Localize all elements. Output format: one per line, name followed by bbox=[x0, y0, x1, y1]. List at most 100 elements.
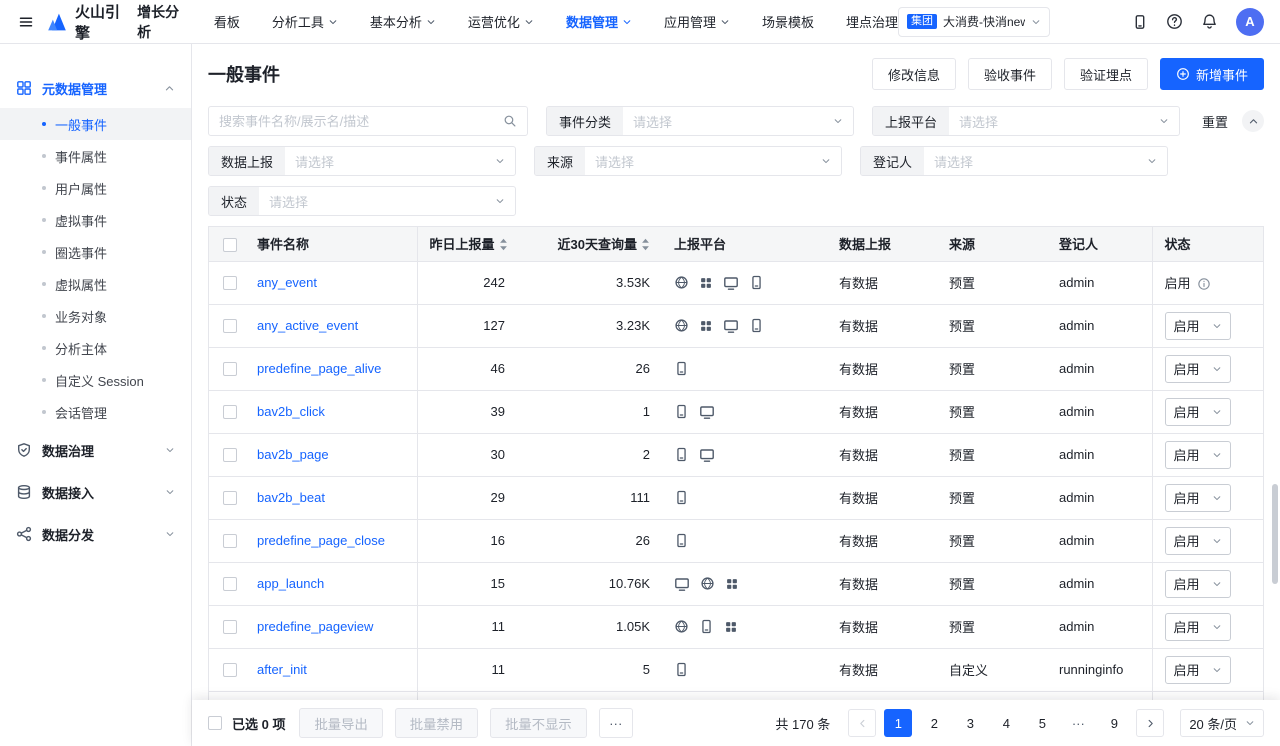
data-report-status: 有数据 bbox=[827, 347, 937, 390]
event-name-link[interactable]: predefine_pageview bbox=[257, 619, 373, 634]
next-page-button[interactable] bbox=[1136, 709, 1164, 737]
page-button[interactable]: 5 bbox=[1028, 709, 1056, 737]
filter-select[interactable]: 事件分类请选择 bbox=[546, 106, 854, 136]
status-select[interactable]: 启用 bbox=[1165, 398, 1231, 426]
status-select[interactable]: 启用 bbox=[1165, 570, 1231, 598]
row-checkbox[interactable] bbox=[223, 534, 237, 548]
sidebar-item[interactable]: 虚拟事件 bbox=[0, 204, 191, 236]
topnav-item[interactable]: 场景模板 bbox=[762, 12, 814, 31]
page-button[interactable]: 9 bbox=[1100, 709, 1128, 737]
sidebar-item[interactable]: 一般事件 bbox=[0, 108, 191, 140]
sidebar-group[interactable]: 元数据管理 bbox=[0, 68, 191, 108]
batch-action-button[interactable]: 批量不显示 bbox=[490, 708, 587, 738]
help-icon[interactable] bbox=[1166, 13, 1183, 30]
sidebar-item[interactable]: 用户属性 bbox=[0, 172, 191, 204]
status-select[interactable]: 启用 bbox=[1165, 613, 1231, 641]
query30-count: 26 bbox=[517, 519, 662, 562]
status-select[interactable]: 启用 bbox=[1165, 441, 1231, 469]
page-button[interactable]: 2 bbox=[920, 709, 948, 737]
status-select[interactable]: 启用 bbox=[1165, 484, 1231, 512]
sidebar-item[interactable]: 会话管理 bbox=[0, 396, 191, 428]
event-name-link[interactable]: bav2b_click bbox=[257, 404, 325, 419]
sort-icon[interactable] bbox=[641, 238, 650, 251]
bell-icon[interactable] bbox=[1201, 13, 1218, 30]
bullet-icon bbox=[42, 378, 46, 382]
event-name-link[interactable]: after_init bbox=[257, 662, 307, 677]
filter-select[interactable]: 登记人请选择 bbox=[860, 146, 1168, 176]
platform-icons bbox=[674, 318, 815, 334]
sidebar-group[interactable]: 数据治理 bbox=[0, 430, 191, 470]
avatar[interactable]: A bbox=[1236, 8, 1264, 36]
row-checkbox[interactable] bbox=[223, 491, 237, 505]
batch-action-button[interactable]: 批量导出 bbox=[299, 708, 382, 738]
sidebar-item[interactable]: 分析主体 bbox=[0, 332, 191, 364]
page-button[interactable]: 1 bbox=[884, 709, 912, 737]
batch-action-button[interactable]: 批量禁用 bbox=[395, 708, 478, 738]
row-checkbox[interactable] bbox=[223, 319, 237, 333]
select-all-checkbox[interactable] bbox=[223, 238, 237, 252]
add-event-button[interactable]: 新增事件 bbox=[1160, 58, 1264, 90]
more-actions-button[interactable]: ··· bbox=[599, 708, 633, 738]
topnav-menu: 看板 分析工具 基本分析 运营优化 数据管理 应用管理 场景模板 埋点治理 bbox=[214, 12, 898, 31]
event-name-link[interactable]: any_event bbox=[257, 275, 317, 290]
topnav-item[interactable]: 看板 bbox=[214, 12, 240, 31]
row-checkbox[interactable] bbox=[223, 620, 237, 634]
filter-select[interactable]: 来源请选择 bbox=[534, 146, 842, 176]
row-checkbox[interactable] bbox=[223, 448, 237, 462]
sidebar-group[interactable]: 数据分发 bbox=[0, 514, 191, 554]
topnav: 火山引擎 增长分析 看板分析工具基本分析运营优化数据管理应用管理场景模板埋点治理… bbox=[0, 0, 1280, 44]
status-select[interactable]: 启用 bbox=[1165, 527, 1231, 555]
topnav-item[interactable]: 应用管理 bbox=[664, 12, 730, 31]
sidebar-item[interactable]: 圈选事件 bbox=[0, 236, 191, 268]
reset-button[interactable]: 重置 bbox=[1202, 112, 1228, 131]
sidebar-item[interactable]: 业务对象 bbox=[0, 300, 191, 332]
topnav-item[interactable]: 运营优化 bbox=[468, 12, 534, 31]
event-name-link[interactable]: bav2b_beat bbox=[257, 490, 325, 505]
status-select[interactable]: 启用 bbox=[1165, 355, 1231, 383]
secondary-action-button[interactable]: 验证埋点 bbox=[1064, 58, 1148, 90]
event-name-link[interactable]: bav2b_page bbox=[257, 447, 329, 462]
row-checkbox[interactable] bbox=[223, 276, 237, 290]
info-icon[interactable] bbox=[1197, 277, 1211, 291]
event-name-link[interactable]: app_launch bbox=[257, 576, 324, 591]
filter-select[interactable]: 状态请选择 bbox=[208, 186, 516, 216]
event-name-link[interactable]: predefine_page_close bbox=[257, 533, 385, 548]
prev-page-button[interactable] bbox=[848, 709, 876, 737]
sidebar-item[interactable]: 虚拟属性 bbox=[0, 268, 191, 300]
event-name-link[interactable]: predefine_page_alive bbox=[257, 361, 381, 376]
vertical-scrollbar[interactable] bbox=[1272, 484, 1278, 584]
page-size-select[interactable]: 20 条/页 bbox=[1180, 709, 1264, 737]
header-cell: 状态 bbox=[1152, 227, 1264, 261]
footer-select-all-checkbox[interactable] bbox=[208, 716, 222, 730]
sidebar-group[interactable]: 数据接入 bbox=[0, 472, 191, 512]
filter-select[interactable]: 数据上报请选择 bbox=[208, 146, 516, 176]
topnav-item[interactable]: 基本分析 bbox=[370, 12, 436, 31]
row-checkbox[interactable] bbox=[223, 577, 237, 591]
page-head: 一般事件 修改信息验收事件验证埋点新增事件 bbox=[192, 44, 1280, 106]
event-name-link[interactable]: any_active_event bbox=[257, 318, 358, 333]
device-icon[interactable] bbox=[1132, 14, 1148, 30]
collapse-filters-button[interactable] bbox=[1242, 110, 1264, 132]
sort-icon[interactable] bbox=[499, 238, 508, 251]
secondary-action-button[interactable]: 验收事件 bbox=[968, 58, 1052, 90]
search-icon[interactable] bbox=[503, 114, 517, 128]
page-button[interactable]: 3 bbox=[956, 709, 984, 737]
row-checkbox[interactable] bbox=[223, 362, 237, 376]
row-checkbox[interactable] bbox=[223, 663, 237, 677]
workspace-selector[interactable]: 集团 大消费-快消new bbox=[898, 7, 1050, 37]
filter-select[interactable]: 上报平台请选择 bbox=[872, 106, 1180, 136]
bullet-icon bbox=[42, 122, 46, 126]
topnav-item[interactable]: 埋点治理 bbox=[846, 12, 898, 31]
metadata-icon bbox=[16, 80, 32, 96]
sidebar-item[interactable]: 自定义 Session bbox=[0, 364, 191, 396]
hamburger-menu-icon[interactable] bbox=[16, 12, 36, 32]
secondary-action-button[interactable]: 修改信息 bbox=[872, 58, 956, 90]
topnav-item[interactable]: 分析工具 bbox=[272, 12, 338, 31]
status-select[interactable]: 启用 bbox=[1165, 656, 1231, 684]
row-checkbox[interactable] bbox=[223, 405, 237, 419]
page-button[interactable]: 4 bbox=[992, 709, 1020, 737]
search-input[interactable] bbox=[219, 114, 495, 129]
status-select[interactable]: 启用 bbox=[1165, 312, 1231, 340]
topnav-item[interactable]: 数据管理 bbox=[566, 12, 632, 31]
sidebar-item[interactable]: 事件属性 bbox=[0, 140, 191, 172]
